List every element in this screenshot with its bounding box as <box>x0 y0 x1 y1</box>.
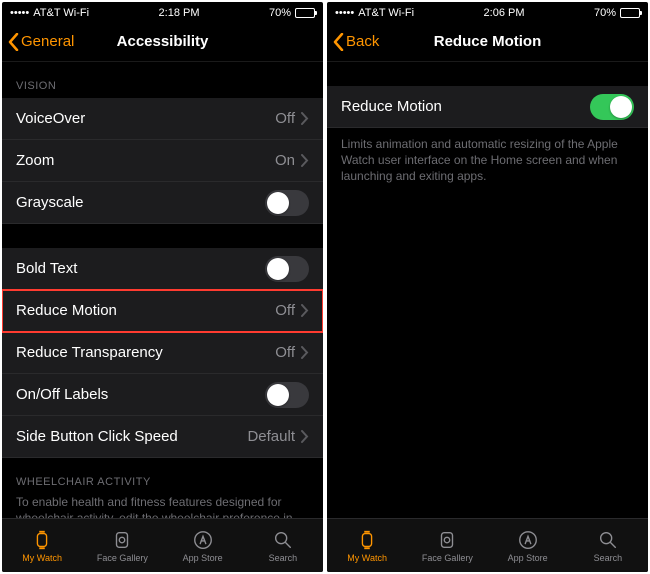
app-store-icon <box>192 529 214 551</box>
tab-label: Face Gallery <box>422 553 473 563</box>
section-header-vision: VISION <box>2 62 323 98</box>
signal-icon: ••••• <box>10 7 29 19</box>
search-icon <box>272 529 294 551</box>
back-label: General <box>21 33 74 50</box>
phone-accessibility: ••••• AT&T Wi-Fi 2:18 PM 70% General Acc… <box>2 2 323 572</box>
tab-label: App Store <box>508 553 548 563</box>
search-icon <box>597 529 619 551</box>
face-gallery-icon <box>436 529 458 551</box>
tab-my-watch[interactable]: My Watch <box>327 519 407 572</box>
back-button[interactable]: Back <box>333 33 379 51</box>
tab-search[interactable]: Search <box>243 519 323 572</box>
row-label: Reduce Motion <box>341 98 442 115</box>
back-button[interactable]: General <box>8 33 74 51</box>
tab-bar: My Watch Face Gallery App Store Search <box>2 518 323 572</box>
tab-label: My Watch <box>22 553 62 563</box>
chevron-right-icon <box>301 154 309 167</box>
clock-label: 2:18 PM <box>159 7 200 19</box>
tab-label: Search <box>269 553 298 563</box>
grayscale-toggle[interactable] <box>265 190 309 216</box>
battery-percent: 70% <box>269 7 291 19</box>
group-gap <box>2 224 323 248</box>
chevron-right-icon <box>301 304 309 317</box>
row-label: Side Button Click Speed <box>16 428 178 445</box>
row-label: On/Off Labels <box>16 386 108 403</box>
chevron-left-icon <box>333 33 344 51</box>
page-title: Reduce Motion <box>434 33 542 50</box>
row-voiceover[interactable]: VoiceOver Off <box>2 98 323 140</box>
onoff-labels-toggle[interactable] <box>265 382 309 408</box>
tab-label: My Watch <box>347 553 387 563</box>
watch-icon <box>31 529 53 551</box>
row-value: Off <box>275 302 295 319</box>
page-title: Accessibility <box>117 33 209 50</box>
chevron-right-icon <box>301 346 309 359</box>
clock-label: 2:06 PM <box>484 7 525 19</box>
row-value: Off <box>275 344 295 361</box>
back-label: Back <box>346 33 379 50</box>
row-reduce-transparency[interactable]: Reduce Transparency Off <box>2 332 323 374</box>
row-value: On <box>275 152 295 169</box>
tab-face-gallery[interactable]: Face Gallery <box>82 519 162 572</box>
carrier-label: AT&T Wi-Fi <box>358 7 414 19</box>
row-value: Off <box>275 110 295 127</box>
face-gallery-icon <box>111 529 133 551</box>
section-header-wheelchair: WHEELCHAIR ACTIVITY <box>2 458 323 494</box>
chevron-left-icon <box>8 33 19 51</box>
row-side-button[interactable]: Side Button Click Speed Default <box>2 416 323 458</box>
status-bar: ••••• AT&T Wi-Fi 2:18 PM 70% <box>2 2 323 22</box>
chevron-right-icon <box>301 430 309 443</box>
tab-label: Face Gallery <box>97 553 148 563</box>
nav-bar: Back Reduce Motion <box>327 22 648 62</box>
reduce-motion-toggle[interactable] <box>590 94 634 120</box>
row-reduce-motion[interactable]: Reduce Motion Off <box>2 290 323 332</box>
tab-app-store[interactable]: App Store <box>488 519 568 572</box>
tab-search[interactable]: Search <box>568 519 648 572</box>
phone-reduce-motion: ••••• AT&T Wi-Fi 2:06 PM 70% Back Reduce… <box>327 2 648 572</box>
tab-app-store[interactable]: App Store <box>163 519 243 572</box>
row-label: Reduce Transparency <box>16 344 163 361</box>
signal-icon: ••••• <box>335 7 354 19</box>
tab-my-watch[interactable]: My Watch <box>2 519 82 572</box>
battery-percent: 70% <box>594 7 616 19</box>
row-label: Reduce Motion <box>16 302 117 319</box>
content-scroll[interactable]: Reduce Motion Limits animation and autom… <box>327 62 648 518</box>
row-value: Default <box>247 428 295 445</box>
content-scroll[interactable]: VISION VoiceOver Off Zoom On Grayscale B… <box>2 62 323 518</box>
bold-text-toggle[interactable] <box>265 256 309 282</box>
section-footer: Limits animation and automatic resizing … <box>327 128 648 191</box>
row-bold-text[interactable]: Bold Text <box>2 248 323 290</box>
row-zoom[interactable]: Zoom On <box>2 140 323 182</box>
carrier-label: AT&T Wi-Fi <box>33 7 89 19</box>
chevron-right-icon <box>301 112 309 125</box>
row-label: Grayscale <box>16 194 84 211</box>
watch-icon <box>356 529 378 551</box>
app-store-icon <box>517 529 539 551</box>
row-label: Bold Text <box>16 260 77 277</box>
status-bar: ••••• AT&T Wi-Fi 2:06 PM 70% <box>327 2 648 22</box>
row-onoff-labels[interactable]: On/Off Labels <box>2 374 323 416</box>
tab-bar: My Watch Face Gallery App Store Search <box>327 518 648 572</box>
section-footer-wheelchair: To enable health and fitness features de… <box>2 494 323 518</box>
row-label: VoiceOver <box>16 110 85 127</box>
battery-icon <box>620 8 640 18</box>
group-gap <box>327 62 648 86</box>
nav-bar: General Accessibility <box>2 22 323 62</box>
tab-label: App Store <box>183 553 223 563</box>
battery-icon <box>295 8 315 18</box>
row-reduce-motion[interactable]: Reduce Motion <box>327 86 648 128</box>
row-label: Zoom <box>16 152 54 169</box>
row-grayscale[interactable]: Grayscale <box>2 182 323 224</box>
tab-face-gallery[interactable]: Face Gallery <box>407 519 487 572</box>
tab-label: Search <box>594 553 623 563</box>
